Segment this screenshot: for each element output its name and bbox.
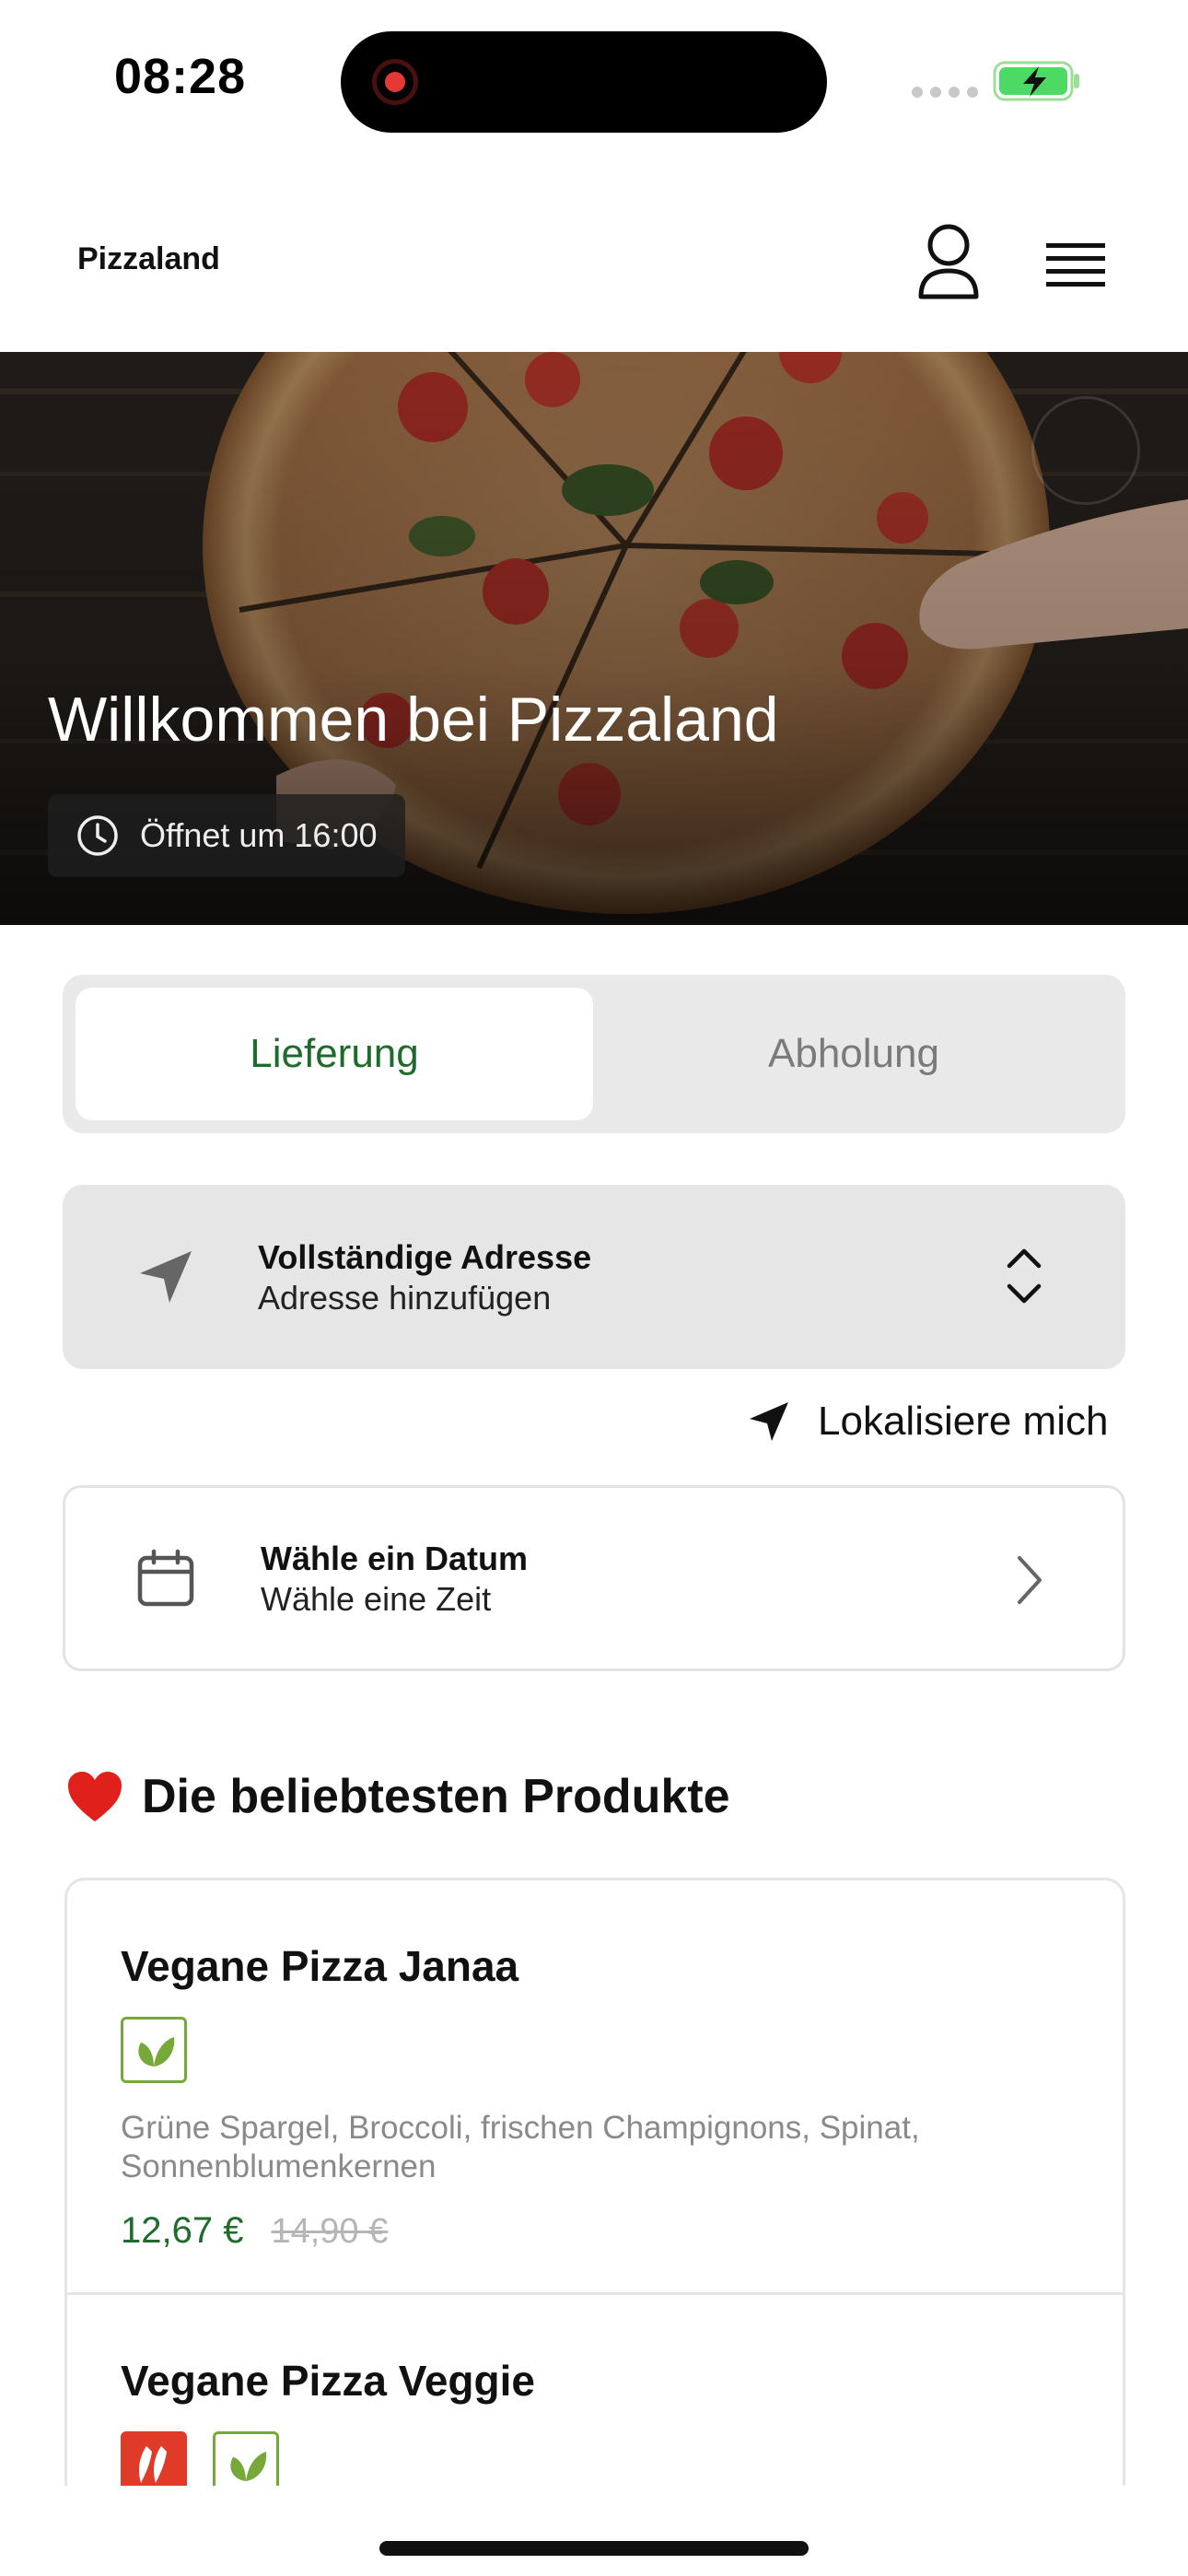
heart-icon xyxy=(68,1772,122,1821)
product-description: Grüne Spargel, Broccoli, frischen Champi… xyxy=(121,2110,920,2184)
vegan-leaf-icon xyxy=(213,2431,279,2486)
hero-title: Willkommen bei Pizzaland xyxy=(48,685,779,755)
address-title: Vollständige Adresse xyxy=(258,1238,592,1276)
product-tags xyxy=(121,2017,187,2083)
order-mode-toggle: Lieferung Abholung xyxy=(63,975,1125,1133)
decorative-badge-icon xyxy=(1031,396,1140,505)
tab-delivery[interactable]: Lieferung xyxy=(76,988,593,1120)
spicy-chili-icon xyxy=(121,2431,187,2486)
time-subtitle: Wähle eine Zeit xyxy=(261,1580,492,1618)
calendar-icon xyxy=(137,1549,194,1607)
product-old-price: 14,90 € xyxy=(271,2212,389,2251)
schedule-selector[interactable]: Wähle ein Datum Wähle eine Zeit xyxy=(63,1485,1125,1671)
locate-me-label: Lokalisiere mich xyxy=(818,1399,1109,1444)
dynamic-island xyxy=(341,31,827,133)
product-tags xyxy=(121,2431,279,2486)
address-subtitle: Adresse hinzufügen xyxy=(258,1279,552,1317)
vegan-leaf-icon xyxy=(121,2017,187,2083)
menu-button[interactable] xyxy=(1039,228,1112,299)
product-name: Vegane Pizza Janaa xyxy=(121,1942,519,1990)
chevron-up-down-icon xyxy=(1007,1248,1042,1304)
tab-pickup[interactable]: Abholung xyxy=(595,988,1112,1120)
status-bar: 08:28 xyxy=(0,0,1188,157)
app-header: Pizzaland xyxy=(0,193,1188,350)
cellular-signal-icon xyxy=(912,87,978,98)
navigation-arrow-icon xyxy=(750,1402,788,1441)
popular-products-heading: Die beliebtesten Produkte xyxy=(66,1769,730,1824)
product-price: 12,67 € xyxy=(121,2210,244,2251)
brand-name: Pizzaland xyxy=(77,241,220,276)
product-card[interactable]: Vegane Pizza Veggie xyxy=(67,2295,1123,2486)
home-indicator[interactable] xyxy=(379,2541,809,2556)
navigation-arrow-icon xyxy=(140,1251,192,1303)
account-button[interactable] xyxy=(912,221,985,304)
battery-charging-icon xyxy=(993,61,1081,106)
status-time: 08:28 xyxy=(114,49,247,104)
address-selector[interactable]: Vollständige Adresse Adresse hinzufügen xyxy=(63,1185,1125,1369)
locate-me-link[interactable]: Lokalisiere mich xyxy=(748,1399,1108,1445)
opening-hours-text: Öffnet um 16:00 xyxy=(140,816,378,854)
product-card[interactable]: Vegane Pizza Janaa Grüne Spargel, Brocco… xyxy=(67,1880,1123,2295)
user-icon xyxy=(918,224,979,299)
date-title: Wähle ein Datum xyxy=(261,1540,529,1577)
chevron-right-icon xyxy=(1018,1556,1042,1604)
hero-banner: Willkommen bei Pizzaland Öffnet um 16:00 xyxy=(0,352,1188,925)
product-name: Vegane Pizza Veggie xyxy=(121,2357,535,2405)
hamburger-menu-icon xyxy=(1046,243,1105,287)
price-row: 12,67 € 14,90 € xyxy=(121,2210,388,2252)
product-list: Vegane Pizza Janaa Grüne Spargel, Brocco… xyxy=(64,1878,1125,2486)
opening-hours-badge: Öffnet um 16:00 xyxy=(48,794,405,877)
recording-indicator-icon xyxy=(372,59,418,105)
clock-icon xyxy=(77,815,118,856)
section-title: Die beliebtesten Produkte xyxy=(142,1770,730,1823)
